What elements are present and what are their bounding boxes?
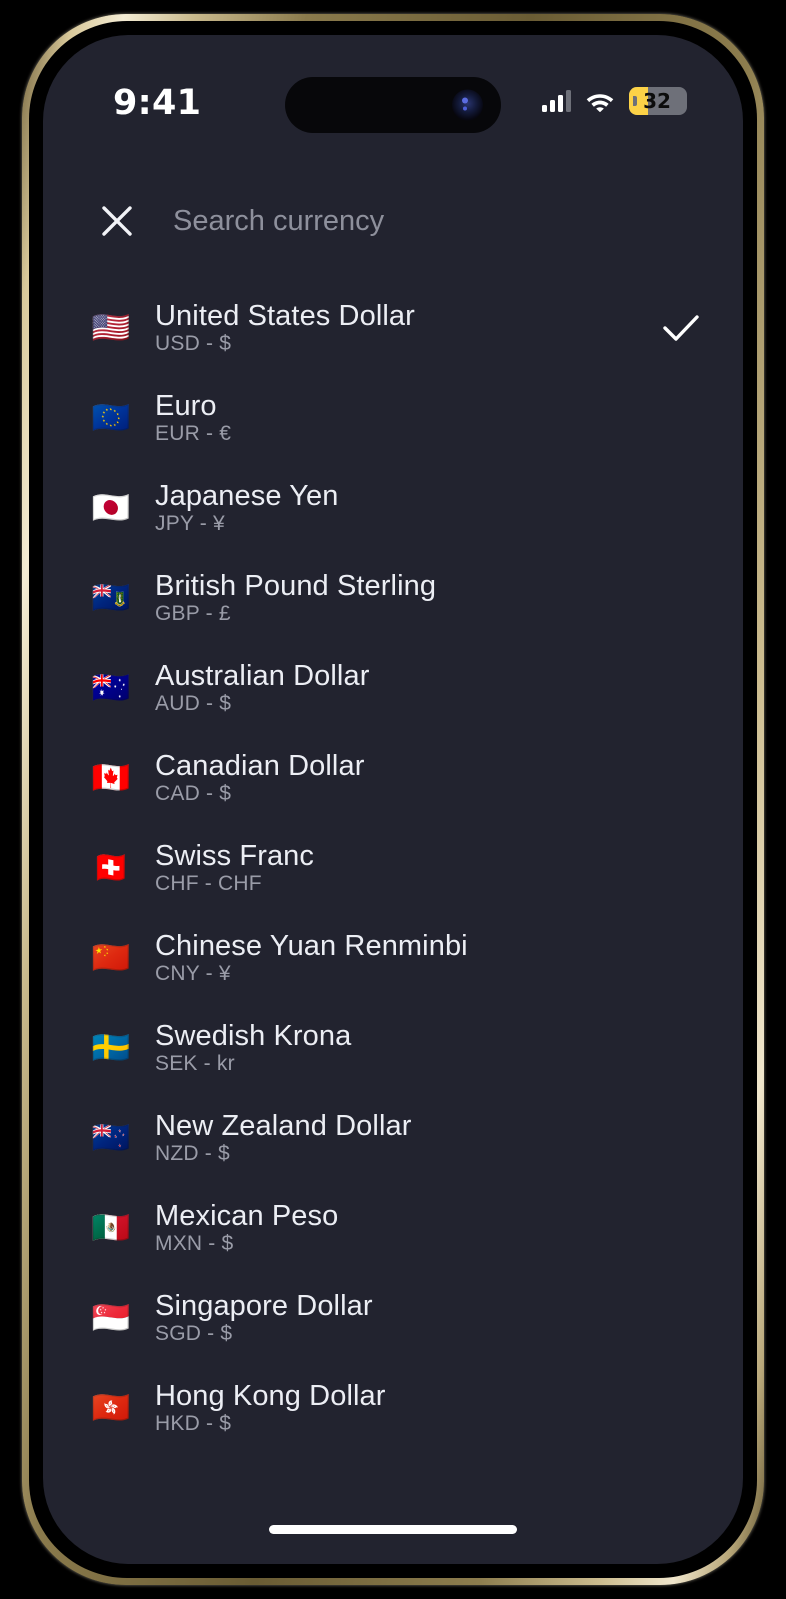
currency-text: Mexican Peso MXN - $ — [155, 1199, 661, 1256]
flag-switzerland-icon: 🇨🇭 — [91, 849, 131, 886]
currency-name: Canadian Dollar — [155, 749, 365, 782]
currency-text: Chinese Yuan Renminbi CNY - ¥ — [155, 929, 661, 986]
currency-text: New Zealand Dollar NZD - $ — [155, 1109, 661, 1166]
currency-text: Euro EUR - € — [155, 389, 661, 446]
check-icon — [661, 314, 701, 342]
currency-name: Swiss Franc — [155, 839, 315, 872]
currency-text: Swiss Franc CHF - CHF — [155, 839, 661, 896]
cellular-signal-icon — [542, 90, 571, 112]
home-indicator[interactable] — [269, 1525, 517, 1534]
currency-name: Singapore Dollar — [155, 1289, 373, 1322]
device-bezel: 9:41 32 Search currency 🇺🇸 United States… — [29, 21, 757, 1578]
flag-sweden-icon: 🇸🇪 — [91, 1029, 131, 1066]
search-header — [43, 183, 743, 259]
currency-row[interactable]: 🇲🇽 Mexican Peso MXN - $ — [43, 1183, 743, 1273]
currency-code: HKD - $ — [155, 1412, 232, 1436]
close-icon — [102, 206, 132, 236]
currency-code: MXN - $ — [155, 1232, 234, 1256]
flag-japan-icon: 🇯🇵 — [91, 489, 131, 526]
battery-icon: 32 — [629, 87, 687, 115]
currency-row[interactable]: 🇭🇰 Hong Kong Dollar HKD - $ — [43, 1363, 743, 1453]
currency-row[interactable]: 🇳🇿 New Zealand Dollar NZD - $ — [43, 1093, 743, 1183]
status-bar: 9:41 32 — [43, 35, 743, 153]
flag-australia-icon: 🇦🇺 — [91, 669, 131, 706]
flag-united-states-icon: 🇺🇸 — [91, 309, 131, 346]
currency-code: CNY - ¥ — [155, 962, 231, 986]
currency-text: Japanese Yen JPY - ¥ — [155, 479, 661, 536]
currency-text: Australian Dollar AUD - $ — [155, 659, 661, 716]
currency-name: Mexican Peso — [155, 1199, 339, 1232]
currency-code: USD - $ — [155, 332, 232, 356]
currency-name: Euro — [155, 389, 217, 422]
battery-cap-icon — [633, 96, 637, 106]
currency-code: AUD - $ — [155, 692, 232, 716]
wifi-icon — [586, 94, 614, 112]
currency-name: Japanese Yen — [155, 479, 339, 512]
flag-hong-kong-icon: 🇭🇰 — [91, 1389, 131, 1426]
currency-row[interactable]: 🇸🇬 Singapore Dollar SGD - $ — [43, 1273, 743, 1363]
dynamic-island — [285, 77, 501, 133]
flag-china-icon: 🇨🇳 — [91, 939, 131, 976]
currency-text: United States Dollar USD - $ — [155, 299, 661, 356]
flag-european-union-icon: 🇪🇺 — [91, 399, 131, 436]
currency-code: CHF - CHF — [155, 872, 262, 896]
currency-row[interactable]: 🇪🇺 Euro EUR - € — [43, 373, 743, 463]
currency-code: NZD - $ — [155, 1142, 230, 1166]
currency-row[interactable]: 🇸🇪 Swedish Krona SEK - kr — [43, 1003, 743, 1093]
currency-code: JPY - ¥ — [155, 512, 225, 536]
currency-name: Australian Dollar — [155, 659, 370, 692]
currency-name: New Zealand Dollar — [155, 1109, 412, 1142]
currency-name: Hong Kong Dollar — [155, 1379, 386, 1412]
battery-level-text: 32 — [643, 89, 671, 113]
currency-row[interactable]: 🇨🇳 Chinese Yuan Renminbi CNY - ¥ — [43, 913, 743, 1003]
currency-code: GBP - £ — [155, 602, 231, 626]
currency-row[interactable]: 🇻🇬 British Pound Sterling GBP - £ — [43, 553, 743, 643]
currency-text: Singapore Dollar SGD - $ — [155, 1289, 661, 1346]
currency-row[interactable]: 🇨🇭 Swiss Franc CHF - CHF — [43, 823, 743, 913]
currency-row[interactable]: 🇦🇺 Australian Dollar AUD - $ — [43, 643, 743, 733]
currency-row[interactable]: 🇨🇦 Canadian Dollar CAD - $ — [43, 733, 743, 823]
currency-name: British Pound Sterling — [155, 569, 437, 602]
currency-text: British Pound Sterling GBP - £ — [155, 569, 661, 626]
flag-british-icon: 🇻🇬 — [91, 579, 131, 616]
currency-name: Swedish Krona — [155, 1019, 352, 1052]
currency-name: United States Dollar — [155, 299, 415, 332]
flag-singapore-icon: 🇸🇬 — [91, 1299, 131, 1336]
currency-list[interactable]: 🇺🇸 United States Dollar USD - $ 🇪🇺 Euro EUR -… — [43, 283, 743, 1480]
currency-row[interactable]: 🇯🇵 Japanese Yen JPY - ¥ — [43, 463, 743, 553]
flag-mexico-icon: 🇲🇽 — [91, 1209, 131, 1246]
currency-name: Chinese Yuan Renminbi — [155, 929, 468, 962]
currency-code: SGD - $ — [155, 1322, 233, 1346]
currency-text: Canadian Dollar CAD - $ — [155, 749, 661, 806]
device-frame: 9:41 32 Search currency 🇺🇸 United States… — [22, 14, 764, 1585]
close-button[interactable] — [79, 183, 155, 259]
status-bar-time: 9:41 — [113, 83, 202, 123]
flag-new-zealand-icon: 🇳🇿 — [91, 1119, 131, 1156]
front-camera-icon — [452, 89, 483, 121]
currency-code: EUR - € — [155, 422, 232, 446]
phone-screen: 9:41 32 Search currency 🇺🇸 United States… — [43, 35, 743, 1564]
currency-code: SEK - kr — [155, 1052, 235, 1076]
currency-text: Swedish Krona SEK - kr — [155, 1019, 661, 1076]
currency-code: CAD - $ — [155, 782, 232, 806]
flag-canada-icon: 🇨🇦 — [91, 759, 131, 796]
status-bar-indicators: 32 — [542, 85, 687, 117]
currency-text: Hong Kong Dollar HKD - $ — [155, 1379, 661, 1436]
search-input[interactable] — [173, 204, 703, 238]
currency-row[interactable]: 🇺🇸 United States Dollar USD - $ — [43, 283, 743, 373]
